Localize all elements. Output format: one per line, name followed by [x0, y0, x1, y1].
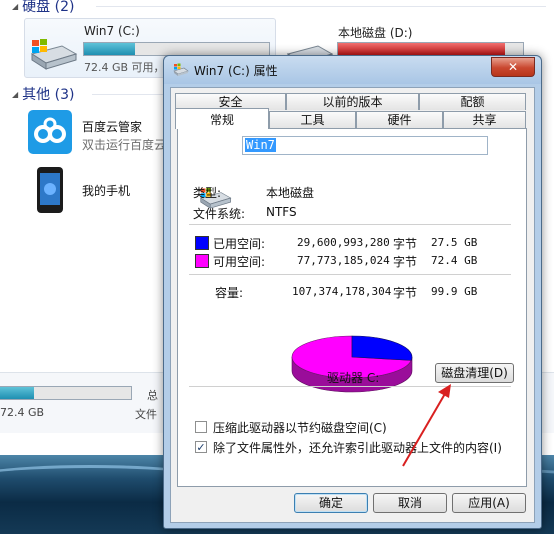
annotation-arrow — [402, 384, 451, 467]
arrow-shaft — [402, 391, 447, 467]
tab-general[interactable]: 常规 — [175, 108, 269, 129]
screen: ◢ 硬盘 (2) Win7 (C:) 72.4 GB 可用， 本地磁盘 (D:) … — [0, 0, 554, 534]
